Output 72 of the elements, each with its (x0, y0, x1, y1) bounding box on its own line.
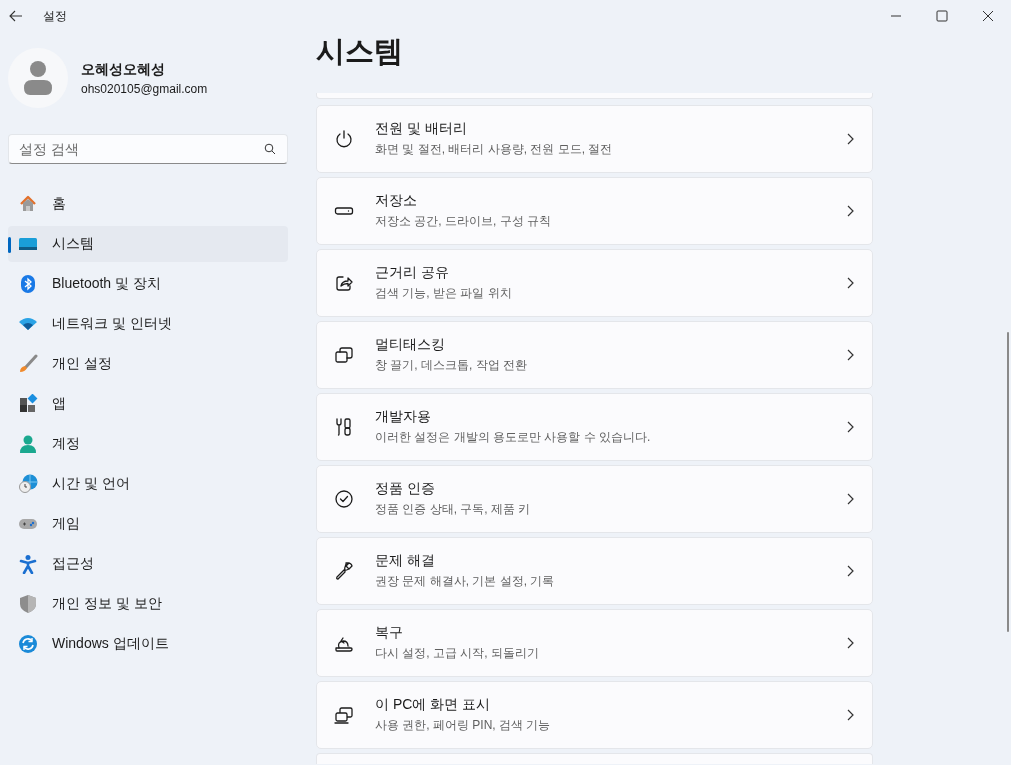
card-title: 근거리 공유 (375, 264, 450, 282)
card-description: 검색 기능, 받은 파일 위치 (375, 285, 513, 302)
card-title: 정품 인증 (375, 480, 436, 498)
settings-card[interactable]: 문제 해결 권장 문제 해결사, 기본 설정, 기록 (316, 537, 873, 605)
person-icon (22, 60, 54, 96)
settings-card[interactable]: 이 PC에 화면 표시 사용 권한, 페어링 PIN, 검색 기능 (316, 681, 873, 749)
chevron-right-icon (846, 421, 854, 433)
window-title: 설정 (43, 7, 67, 25)
power-icon (334, 129, 354, 149)
sidebar-item[interactable]: 개인 설정 (8, 346, 288, 382)
sidebar-item[interactable]: Windows 업데이트 (8, 626, 288, 662)
sidebar-item[interactable]: Bluetooth 및 장치 (8, 266, 288, 302)
settings-card[interactable]: 전원 및 배터리 화면 및 절전, 배터리 사용량, 전원 모드, 절전 (316, 105, 873, 173)
settings-card[interactable]: 저장소 저장소 공간, 드라이브, 구성 규칙 (316, 177, 873, 245)
scrollbar[interactable] (1007, 332, 1009, 632)
card-description: 화면 및 절전, 배터리 사용량, 전원 모드, 절전 (375, 141, 614, 158)
settings-card[interactable]: 복구 다시 설정, 고급 시작, 되돌리기 (316, 609, 873, 677)
card-description: 다시 설정, 고급 시작, 되돌리기 (375, 645, 540, 662)
bluetooth-icon (18, 274, 38, 294)
back-arrow-icon[interactable] (9, 9, 23, 23)
windows-stack-icon (334, 345, 354, 365)
sidebar-item[interactable]: 홈 (8, 186, 288, 222)
settings-card[interactable]: 근거리 공유 검색 기능, 받은 파일 위치 (316, 249, 873, 317)
card-title: 전원 및 배터리 (375, 120, 468, 138)
sync-icon (18, 634, 38, 654)
accessibility-icon (18, 554, 38, 574)
sidebar-item[interactable]: 시스템 (8, 226, 288, 262)
check-circle-icon (334, 489, 354, 509)
card-description: 이러한 설정은 개발의 용도로만 사용할 수 있습니다. (375, 429, 652, 446)
card-title: 복구 (375, 624, 404, 642)
user-name: 오혜성오혜성 (81, 60, 166, 79)
chevron-right-icon (846, 349, 854, 361)
chevron-right-icon (846, 709, 854, 721)
page-title: 시스템 (316, 34, 404, 69)
person-icon (18, 434, 38, 454)
card-title: 문제 해결 (375, 552, 436, 570)
card-description: 저장소 공간, 드라이브, 구성 규칙 (375, 213, 552, 230)
settings-card[interactable]: 멀티태스킹 창 끌기, 데스크톱, 작업 전환 (316, 321, 873, 389)
shield-icon (18, 594, 38, 614)
chevron-right-icon (846, 565, 854, 577)
devices-icon (334, 705, 354, 725)
chevron-right-icon (846, 637, 854, 649)
card-description: 권장 문제 해결사, 기본 설정, 기록 (375, 573, 556, 590)
card-description: 창 끌기, 데스크톱, 작업 전환 (375, 357, 528, 374)
chevron-right-icon (846, 493, 854, 505)
card-title: 멀티태스킹 (375, 336, 446, 354)
sidebar-item[interactable]: 앱 (8, 386, 288, 422)
settings-card[interactable]: 개발자용 이러한 설정은 개발의 용도로만 사용할 수 있습니다. (316, 393, 873, 461)
card-description: 정품 인증 상태, 구독, 제품 키 (375, 501, 532, 518)
settings-card[interactable]: 정품 인증 정품 인증 상태, 구독, 제품 키 (316, 465, 873, 533)
chevron-right-icon (846, 277, 854, 289)
share-icon (334, 273, 354, 293)
apps-icon (18, 394, 38, 414)
sidebar-item[interactable]: 개인 정보 및 보안 (8, 586, 288, 622)
user-email: ohs020105@gmail.com (81, 81, 208, 96)
card-title: 개발자용 (375, 408, 432, 426)
sidebar-item[interactable]: 시간 및 언어 (8, 466, 288, 502)
search-icon (264, 143, 276, 155)
chevron-right-icon (846, 133, 854, 145)
tools-icon (334, 417, 354, 437)
home-icon (18, 194, 38, 214)
paintbrush-icon (18, 354, 38, 374)
globe-clock-icon (18, 474, 38, 494)
sidebar-item[interactable]: 게임 (8, 506, 288, 542)
sidebar-item[interactable]: 계정 (8, 426, 288, 462)
search-field[interactable]: 설정 검색 (8, 134, 288, 164)
chevron-right-icon (846, 205, 854, 217)
card-title: 이 PC에 화면 표시 (375, 696, 492, 714)
sidebar-item[interactable]: 네트워크 및 인터넷 (8, 306, 288, 342)
sidebar-item[interactable]: 접근성 (8, 546, 288, 582)
card-description: 사용 권한, 페어링 PIN, 검색 기능 (375, 717, 552, 734)
card-title: 저장소 (375, 192, 418, 210)
